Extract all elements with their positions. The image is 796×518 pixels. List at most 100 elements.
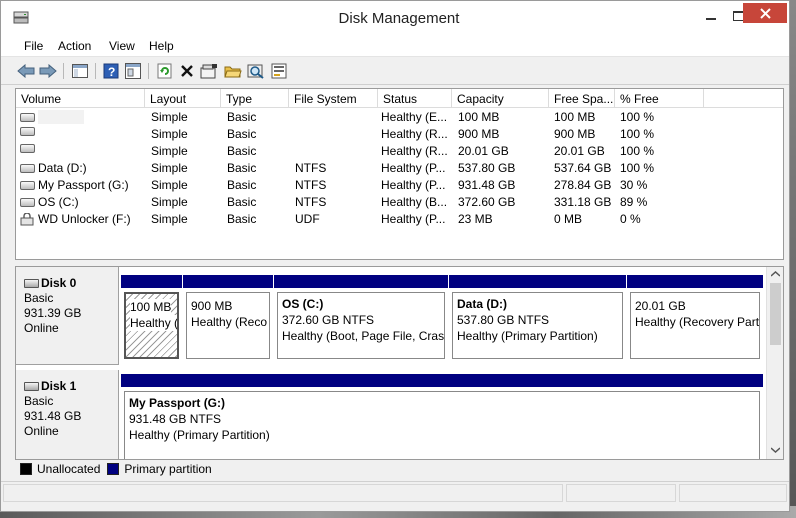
partition-size: 372.60 GB NTFS [282, 313, 375, 327]
column-header-volume[interactable]: Volume [16, 89, 145, 108]
disk-name: Disk 1 [41, 379, 77, 393]
volume-name: OS (C:) [38, 195, 79, 209]
drive-icon [20, 163, 35, 173]
menu-action[interactable]: Action [58, 39, 91, 53]
status-pane-2 [566, 484, 676, 502]
drive-icon [20, 144, 35, 153]
title-bar[interactable]: Disk Management [1, 1, 789, 35]
free-space-cell: 100 MB [554, 110, 596, 124]
disk-icon [24, 279, 39, 288]
volume-name [38, 110, 84, 124]
layout-cell: Simple [151, 195, 188, 209]
partition-recovery[interactable]: 20.01 GB Healthy (Recovery Parti [627, 275, 763, 362]
refresh-icon[interactable] [156, 62, 174, 80]
capacity-cell: 20.01 GB [458, 144, 509, 158]
type-cell: Basic [227, 178, 257, 192]
volume-row[interactable]: My Passport (G:) Simple Basic NTFS Healt… [16, 177, 783, 194]
volume-row[interactable]: WD Unlocker (F:) Simple Basic UDF Health… [16, 211, 783, 228]
volume-list[interactable]: Volume Layout Type File System Status Ca… [15, 88, 784, 260]
menu-file[interactable]: File [24, 39, 43, 53]
partition-size: 900 MB [191, 299, 233, 313]
file-system-cell: NTFS [295, 195, 327, 209]
partition-my-passport-g[interactable]: My Passport (G:) 931.48 GB NTFS Healthy … [121, 374, 763, 459]
volume-name: WD Unlocker (F:) [38, 212, 131, 226]
partition-name: OS (C:) [282, 297, 324, 311]
file-system-cell: NTFS [295, 178, 327, 192]
column-header-layout[interactable]: Layout [145, 89, 221, 108]
column-header-type[interactable]: Type [221, 89, 289, 108]
volume-list-header: Volume Layout Type File System Status Ca… [16, 89, 783, 108]
partition-box: 20.01 GB Healthy (Recovery Parti [630, 292, 760, 359]
partition-box-selected: 100 MB Healthy ( [124, 292, 179, 359]
back-arrow-icon[interactable] [17, 62, 35, 80]
disk-graphical-view[interactable]: Disk 0 Basic 931.39 GB Online 100 MB Hea… [15, 266, 784, 460]
partition-data-d[interactable]: Data (D:) 537.80 GB NTFS Healthy (Primar… [449, 275, 626, 362]
volume-cell [20, 144, 144, 153]
volume-row[interactable]: Simple Basic Healthy (R... 20.01 GB 20.0… [16, 143, 783, 160]
column-header-capacity[interactable]: Capacity [452, 89, 549, 108]
partition-size: 537.80 GB NTFS [457, 313, 550, 327]
new-volume-icon[interactable] [200, 62, 218, 80]
status-cell: Healthy (P... [381, 178, 446, 192]
volume-name: Data (D:) [38, 161, 87, 175]
type-cell: Basic [227, 195, 257, 209]
legend-primary-partition: Primary partition [124, 461, 212, 476]
disk-0-label[interactable]: Disk 0 Basic 931.39 GB Online [16, 267, 119, 365]
partition-status: Healthy (Recovery Parti [635, 315, 760, 329]
delete-icon[interactable] [178, 62, 196, 80]
properties-icon[interactable] [124, 62, 142, 80]
disk-1-label[interactable]: Disk 1 Basic 931.48 GB Online [16, 370, 119, 459]
column-header-status[interactable]: Status [378, 89, 452, 108]
help-icon[interactable]: ? [102, 62, 120, 80]
primary-partition-bar [183, 275, 273, 288]
volume-row[interactable]: Simple Basic Healthy (E... 100 MB 100 MB… [16, 109, 783, 126]
close-button[interactable] [743, 3, 787, 23]
partition-disk0-2[interactable]: 900 MB Healthy (Reco [183, 275, 273, 362]
unallocated-swatch [20, 462, 32, 475]
volume-row[interactable]: Data (D:) Simple Basic NTFS Healthy (P..… [16, 160, 783, 177]
menu-bar: File Action View Help [1, 35, 789, 57]
disk-state: Online [24, 424, 59, 438]
menu-view[interactable]: View [109, 39, 135, 53]
column-header-free-space[interactable]: Free Spa... [549, 89, 615, 108]
chevron-down-icon[interactable] [771, 447, 780, 453]
toolbar-separator [63, 63, 64, 79]
open-folder-icon[interactable] [224, 62, 242, 80]
chevron-up-icon[interactable] [771, 271, 780, 277]
column-header-file-system[interactable]: File System [289, 89, 378, 108]
rescan-icon[interactable] [271, 62, 289, 80]
search-icon[interactable] [247, 62, 265, 80]
console-tree-icon[interactable] [71, 62, 89, 80]
volume-row[interactable]: OS (C:) Simple Basic NTFS Healthy (B... … [16, 194, 783, 211]
type-cell: Basic [227, 144, 257, 158]
volume-row[interactable]: Simple Basic Healthy (R... 900 MB 900 MB… [16, 126, 783, 143]
disk-0-title: Disk 0 [24, 276, 118, 291]
primary-partition-bar [627, 275, 763, 288]
partition-status: Healthy (Primary Partition) [457, 329, 598, 343]
vertical-scrollbar[interactable] [766, 267, 783, 459]
percent-free-cell: 0 % [620, 212, 641, 226]
partition-box: OS (C:) 372.60 GB NTFS Healthy (Boot, Pa… [277, 292, 445, 359]
file-system-cell: UDF [295, 212, 320, 226]
menu-help[interactable]: Help [149, 39, 174, 53]
free-space-cell: 537.64 GB [554, 161, 612, 175]
primary-partition-swatch [107, 462, 120, 475]
layout-cell: Simple [151, 144, 188, 158]
layout-cell: Simple [151, 212, 188, 226]
partition-status: Healthy (Primary Partition) [129, 428, 270, 442]
column-header-percent-free[interactable]: % Free [615, 89, 704, 108]
disk-management-window: Disk Management File Action View Help ? [0, 0, 790, 512]
primary-partition-bar [274, 275, 448, 288]
forward-arrow-icon[interactable] [39, 62, 57, 80]
partition-disk0-1[interactable]: 100 MB Healthy ( [121, 275, 182, 362]
partition-os-c[interactable]: OS (C:) 372.60 GB NTFS Healthy (Boot, Pa… [274, 275, 448, 362]
layout-cell: Simple [151, 178, 188, 192]
minimize-button[interactable] [698, 7, 724, 25]
volume-cell: WD Unlocker (F:) [20, 212, 144, 226]
status-cell: Healthy (P... [381, 212, 446, 226]
percent-free-cell: 100 % [620, 161, 655, 175]
free-space-cell: 900 MB [554, 127, 596, 141]
scrollbar-thumb[interactable] [770, 283, 781, 345]
free-space-cell: 20.01 GB [554, 144, 605, 158]
layout-cell: Simple [151, 127, 188, 141]
